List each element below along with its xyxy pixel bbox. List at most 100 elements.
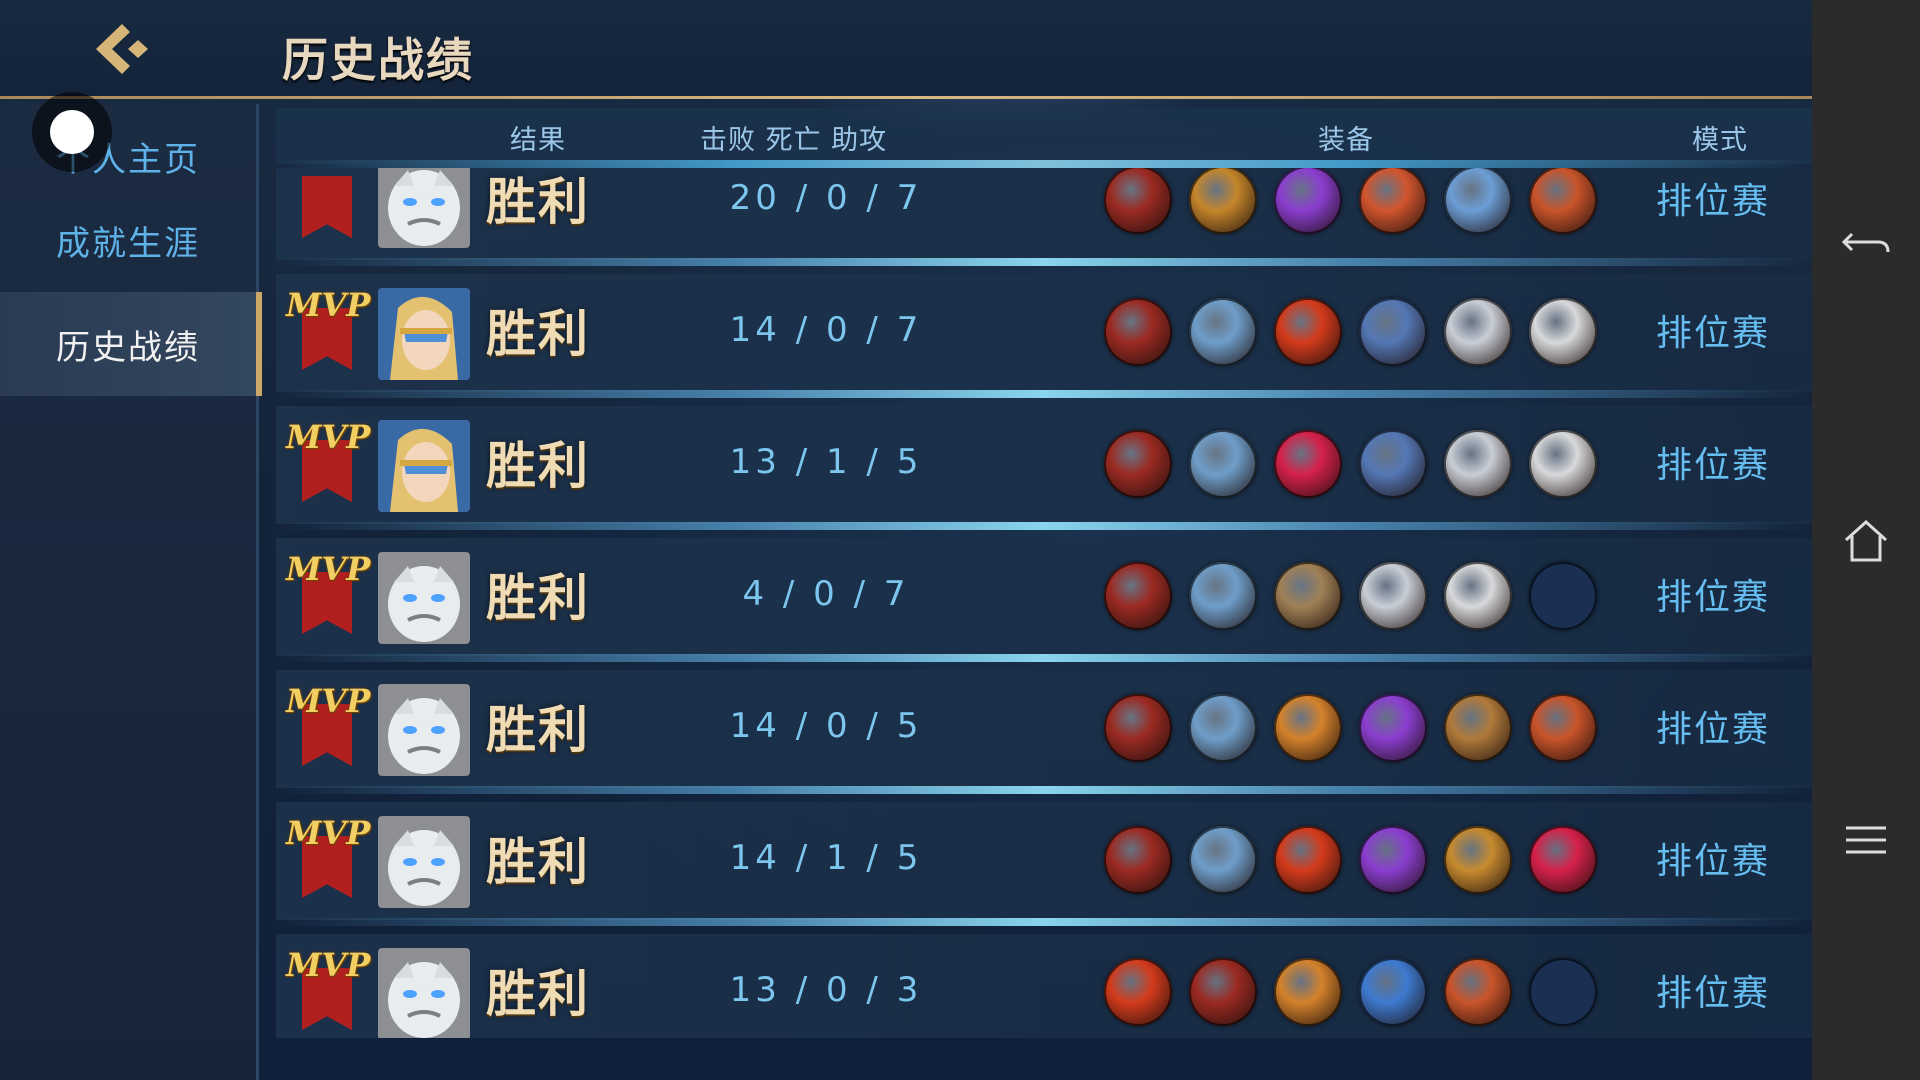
match-result: 胜利 bbox=[486, 832, 590, 891]
kda-value: 14 / 0 / 7 bbox=[729, 310, 923, 350]
equipment-item-icon[interactable] bbox=[1104, 694, 1172, 762]
match-mode: 排位赛 bbox=[1656, 973, 1771, 1014]
equipment-item-icon[interactable] bbox=[1189, 562, 1257, 630]
row-divider bbox=[276, 522, 1812, 530]
sidebar-item-career[interactable]: 成就生涯 bbox=[0, 188, 256, 292]
match-row[interactable]: MVP 胜利 13 / 1 / 5 排位赛 bbox=[276, 406, 1812, 530]
table-header bbox=[276, 108, 1812, 164]
ribbon-icon bbox=[302, 176, 352, 238]
equipment-item-icon[interactable] bbox=[1274, 430, 1342, 498]
equipment-item-icon[interactable] bbox=[1104, 168, 1172, 234]
match-row[interactable]: MVP 胜利 13 / 0 / 3 排位赛 bbox=[276, 934, 1812, 1038]
equipment-item-icon[interactable] bbox=[1359, 430, 1427, 498]
mvp-label: MVP bbox=[286, 682, 371, 720]
equipment-item-icon[interactable] bbox=[1529, 826, 1597, 894]
white-beast-hero-icon bbox=[378, 684, 470, 776]
equipment-item-icon[interactable] bbox=[1274, 826, 1342, 894]
equipment-list bbox=[1104, 562, 1597, 630]
chevron-left-icon bbox=[96, 24, 148, 74]
column-header-result: 结果 bbox=[510, 125, 566, 156]
equipment-item-icon[interactable] bbox=[1359, 298, 1427, 366]
equipment-item-icon[interactable] bbox=[1189, 298, 1257, 366]
equipment-item-icon[interactable] bbox=[1444, 826, 1512, 894]
equipment-item-icon[interactable] bbox=[1189, 694, 1257, 762]
match-list[interactable]: 胜利 20 / 0 / 7 排位赛 MVP 胜利 14 / 0 / 7 排位赛 MVP 胜利 13… bbox=[276, 168, 1812, 1038]
match-mode: 排位赛 bbox=[1656, 313, 1771, 354]
mvp-label: MVP bbox=[286, 946, 371, 984]
column-header-kda: 击败 死亡 助攻 bbox=[700, 125, 888, 156]
equipment-item-icon[interactable] bbox=[1189, 168, 1257, 234]
equipment-item-icon[interactable] bbox=[1104, 826, 1172, 894]
match-mode: 排位赛 bbox=[1656, 577, 1771, 618]
match-mode: 排位赛 bbox=[1656, 709, 1771, 750]
nav-home-button[interactable] bbox=[1838, 512, 1894, 568]
match-mode: 排位赛 bbox=[1656, 841, 1771, 882]
kda-value: 13 / 0 / 3 bbox=[729, 970, 923, 1010]
equipment-item-icon[interactable] bbox=[1274, 694, 1342, 762]
nav-menu-button[interactable] bbox=[1838, 812, 1894, 868]
mvp-badge bbox=[286, 168, 370, 240]
empty-item-slot[interactable] bbox=[1529, 958, 1597, 1026]
top-bar: 历史战绩 bbox=[0, 0, 1812, 96]
equipment-item-icon[interactable] bbox=[1189, 958, 1257, 1026]
equipment-item-icon[interactable] bbox=[1274, 562, 1342, 630]
equipment-item-icon[interactable] bbox=[1189, 430, 1257, 498]
row-divider bbox=[276, 258, 1812, 266]
equipment-item-icon[interactable] bbox=[1104, 298, 1172, 366]
empty-item-slot[interactable] bbox=[1529, 562, 1597, 630]
floating-assistive-button[interactable] bbox=[32, 92, 112, 172]
equipment-item-icon[interactable] bbox=[1529, 694, 1597, 762]
equipment-item-icon[interactable] bbox=[1444, 562, 1512, 630]
match-result: 胜利 bbox=[486, 304, 590, 363]
match-result: 胜利 bbox=[486, 964, 590, 1023]
sidebar-item-history[interactable]: 历史战绩 bbox=[0, 292, 262, 396]
match-result: 胜利 bbox=[486, 568, 590, 627]
page-title: 历史战绩 bbox=[282, 33, 474, 87]
equipment-item-icon[interactable] bbox=[1359, 694, 1427, 762]
equipment-item-icon[interactable] bbox=[1359, 562, 1427, 630]
equipment-item-icon[interactable] bbox=[1359, 958, 1427, 1026]
match-row[interactable]: MVP 胜利 14 / 1 / 5 排位赛 bbox=[276, 802, 1812, 926]
equipment-item-icon[interactable] bbox=[1444, 168, 1512, 234]
equipment-item-icon[interactable] bbox=[1104, 958, 1172, 1026]
match-row[interactable]: MVP 胜利 14 / 0 / 5 排位赛 bbox=[276, 670, 1812, 794]
equipment-item-icon[interactable] bbox=[1359, 168, 1427, 234]
row-divider bbox=[276, 786, 1812, 794]
hamburger-menu-icon bbox=[1846, 826, 1886, 854]
equipment-item-icon[interactable] bbox=[1444, 298, 1512, 366]
equipment-item-icon[interactable] bbox=[1274, 298, 1342, 366]
match-row[interactable]: MVP 胜利 14 / 0 / 7 排位赛 bbox=[276, 274, 1812, 398]
equipment-item-icon[interactable] bbox=[1444, 694, 1512, 762]
home-icon bbox=[1844, 519, 1888, 562]
equipment-item-icon[interactable] bbox=[1444, 430, 1512, 498]
equipment-item-icon[interactable] bbox=[1274, 958, 1342, 1026]
back-button[interactable] bbox=[88, 18, 158, 80]
equipment-list bbox=[1104, 826, 1597, 894]
equipment-item-icon[interactable] bbox=[1189, 826, 1257, 894]
column-header-equipment: 装备 bbox=[1318, 125, 1374, 156]
equipment-list bbox=[1104, 430, 1597, 498]
match-row[interactable]: MVP 胜利 4 / 0 / 7 排位赛 bbox=[276, 538, 1812, 662]
equipment-item-icon[interactable] bbox=[1104, 562, 1172, 630]
row-divider bbox=[276, 390, 1812, 398]
white-beast-hero-icon bbox=[378, 948, 470, 1038]
mvp-badge: MVP bbox=[286, 942, 370, 1032]
equipment-item-icon[interactable] bbox=[1104, 430, 1172, 498]
kda-value: 13 / 1 / 5 bbox=[729, 442, 923, 482]
mvp-badge: MVP bbox=[286, 282, 370, 372]
column-header-mode: 模式 bbox=[1692, 125, 1748, 156]
system-nav-bar bbox=[1812, 0, 1920, 1080]
header-divider bbox=[276, 160, 1812, 168]
nav-back-button[interactable] bbox=[1838, 214, 1894, 270]
equipment-item-icon[interactable] bbox=[1529, 168, 1597, 234]
kda-value: 4 / 0 / 7 bbox=[742, 574, 910, 614]
equipment-item-icon[interactable] bbox=[1444, 958, 1512, 1026]
app-window: 历史战绩 个人主页 成就生涯 历史战绩 结果 击败 死亡 助攻 装备 模式 胜利… bbox=[0, 0, 1812, 1080]
mvp-label: MVP bbox=[286, 286, 371, 324]
equipment-item-icon[interactable] bbox=[1529, 298, 1597, 366]
equipment-item-icon[interactable] bbox=[1529, 430, 1597, 498]
equipment-list bbox=[1104, 958, 1597, 1026]
match-row[interactable]: 胜利 20 / 0 / 7 排位赛 bbox=[276, 168, 1812, 266]
equipment-item-icon[interactable] bbox=[1274, 168, 1342, 234]
equipment-item-icon[interactable] bbox=[1359, 826, 1427, 894]
